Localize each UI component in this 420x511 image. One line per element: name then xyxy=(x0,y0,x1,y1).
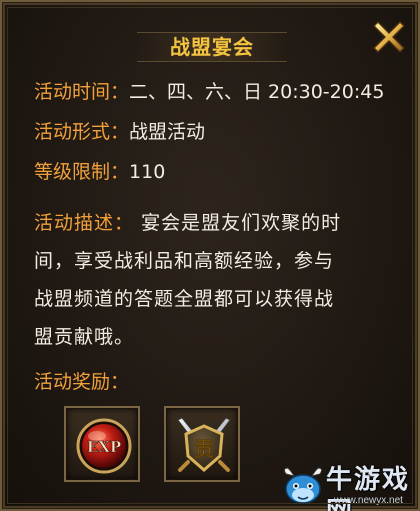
desc-label: 活动描述： xyxy=(34,212,135,234)
exp-orb-icon: EXP xyxy=(76,418,132,474)
event-info-dialog: 战盟宴会 活动时间：二、四、六、日 20:30-20:45 活动形式：战盟活动 … xyxy=(0,0,420,511)
description-block: 活动描述： 宴会是盟友们欢聚的时 间，享受战利品和高额经验，参与 战盟频道的答题… xyxy=(34,204,394,356)
form-label: 活动形式： xyxy=(34,121,130,143)
close-x-icon xyxy=(373,21,405,53)
description-line-4: 盟贡献哦。 xyxy=(34,326,135,348)
dialog-title: 战盟宴会 xyxy=(170,35,254,59)
site-watermark: 牛游戏网 www.newyx.net xyxy=(280,464,420,511)
time-label: 活动时间： xyxy=(34,81,130,103)
mascot-logo-icon xyxy=(283,467,323,504)
level-row: 等级限制：110 xyxy=(34,160,165,184)
reward-slot-contribution[interactable]: 贡 xyxy=(164,406,240,482)
exp-text: EXP xyxy=(87,438,121,456)
description-line-3: 战盟频道的答题全盟都可以获得战 xyxy=(34,288,335,310)
form-row: 活动形式：战盟活动 xyxy=(34,120,205,144)
time-value: 二、四、六、日 20:30-20:45 xyxy=(129,81,385,103)
watermark-url: www.newyx.net xyxy=(334,495,403,506)
form-value: 战盟活动 xyxy=(129,121,206,143)
description-line-1: 活动描述： 宴会是盟友们欢聚的时 xyxy=(34,212,342,234)
time-row: 活动时间：二、四、六、日 20:30-20:45 xyxy=(34,80,384,104)
description-line-2: 间，享受战利品和高额经验，参与 xyxy=(34,250,335,272)
reward-slot-exp[interactable]: EXP xyxy=(64,406,140,482)
reward-label: 活动奖励： xyxy=(34,371,130,393)
contribution-text: 贡 xyxy=(194,437,214,461)
contribution-shield-icon: 贡 xyxy=(177,417,231,472)
level-value: 110 xyxy=(129,161,166,183)
close-button[interactable] xyxy=(366,14,412,60)
level-label: 等级限制： xyxy=(34,161,130,183)
